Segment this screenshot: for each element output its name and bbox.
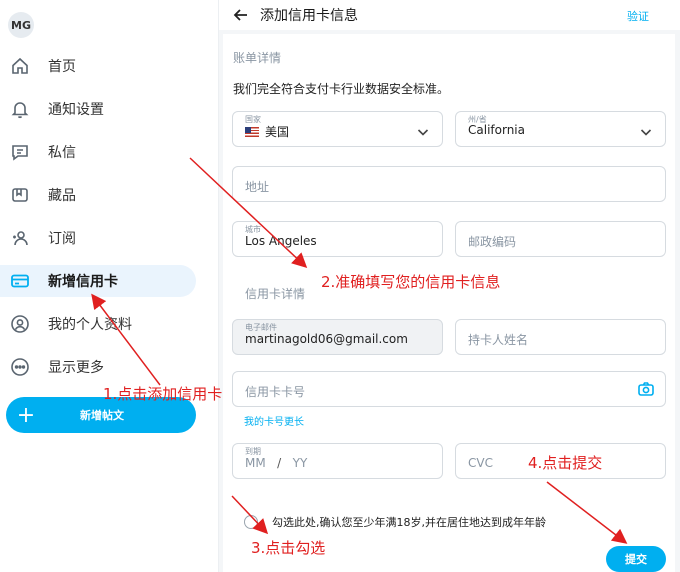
page-title: 添加信用卡信息	[260, 8, 358, 24]
annotation-step3: 3.点击勾选	[251, 539, 326, 557]
sidebar-item-add-card[interactable]: 新增信用卡	[0, 265, 196, 297]
header: 添加信用卡信息 验证	[219, 0, 680, 30]
bell-icon	[9, 98, 31, 120]
annotation-step2: 2.准确填写您的信用卡信息	[321, 273, 501, 291]
state-select[interactable]: 州/省 California	[455, 111, 666, 147]
expiry-input[interactable]: 到期 MM / YY	[232, 443, 443, 479]
sidebar-item-more[interactable]: 显示更多	[0, 351, 196, 383]
home-icon	[9, 55, 31, 77]
plus-icon: +	[16, 402, 36, 428]
sidebar-item-subscriptions[interactable]: 订阅	[0, 222, 196, 254]
profile-icon	[9, 313, 31, 335]
sidebar-item-profile[interactable]: 我的个人资料	[0, 308, 196, 340]
verify-link[interactable]: 验证	[627, 8, 649, 24]
billing-section-title: 账单详情	[233, 51, 282, 65]
sidebar-item-label: 我的个人资料	[48, 317, 132, 333]
back-arrow-icon[interactable]	[231, 5, 251, 25]
bookmark-icon	[9, 184, 31, 206]
message-icon	[9, 141, 31, 163]
avatar[interactable]: MG	[8, 12, 34, 38]
sidebar-item-messages[interactable]: 私信	[0, 136, 196, 168]
country-select[interactable]: 国家 美国	[232, 111, 443, 147]
longer-card-number-link[interactable]: 我的卡号更长	[244, 413, 304, 428]
city-input[interactable]: 城市 Los Angeles	[232, 221, 443, 257]
sidebar-item-label: 订阅	[48, 231, 76, 247]
submit-button[interactable]: 提交	[606, 546, 666, 572]
cardholder-name-input[interactable]: 持卡人姓名	[455, 319, 666, 355]
camera-icon[interactable]	[637, 380, 655, 398]
card-number-input[interactable]: 信用卡卡号	[232, 371, 666, 407]
sidebar-item-label: 显示更多	[48, 360, 104, 376]
email-field[interactable]: 电子邮件 martinagold06@gmail.com	[232, 319, 443, 355]
sidebar-item-label: 私信	[48, 145, 76, 161]
us-flag-icon	[245, 127, 259, 137]
card-section-title: 信用卡详情	[245, 287, 306, 301]
zip-input[interactable]: 邮政编码	[455, 221, 666, 257]
sidebar: MG 首页 通知设置 私信 藏品 订阅 新增信用卡 我的个人资料 显示更多 + …	[0, 0, 218, 572]
sidebar-item-label: 通知设置	[48, 102, 104, 118]
more-icon	[9, 356, 31, 378]
annotation-step4: 4.点击提交	[528, 454, 603, 472]
sidebar-item-collections[interactable]: 藏品	[0, 179, 196, 211]
credit-card-icon	[9, 270, 31, 292]
chevron-down-icon	[416, 124, 430, 138]
sidebar-item-home[interactable]: 首页	[0, 50, 196, 82]
sidebar-item-notifications[interactable]: 通知设置	[0, 93, 196, 125]
subscriptions-icon	[9, 227, 31, 249]
sidebar-item-label: 首页	[48, 59, 76, 75]
sidebar-item-label: 新增信用卡	[48, 274, 118, 290]
age-consent-radio[interactable]	[244, 515, 258, 529]
annotation-step1: 1.点击添加信用卡	[103, 385, 223, 403]
age-consent-label: 勾选此处,确认您至少年满18岁,并在居住地达到成年年龄	[272, 516, 546, 529]
sidebar-item-label: 藏品	[48, 188, 76, 204]
address-input[interactable]: 地址	[232, 166, 666, 202]
chevron-down-icon	[639, 124, 653, 138]
pci-note: 我们完全符合支付卡行业数据安全标准。	[233, 82, 450, 96]
